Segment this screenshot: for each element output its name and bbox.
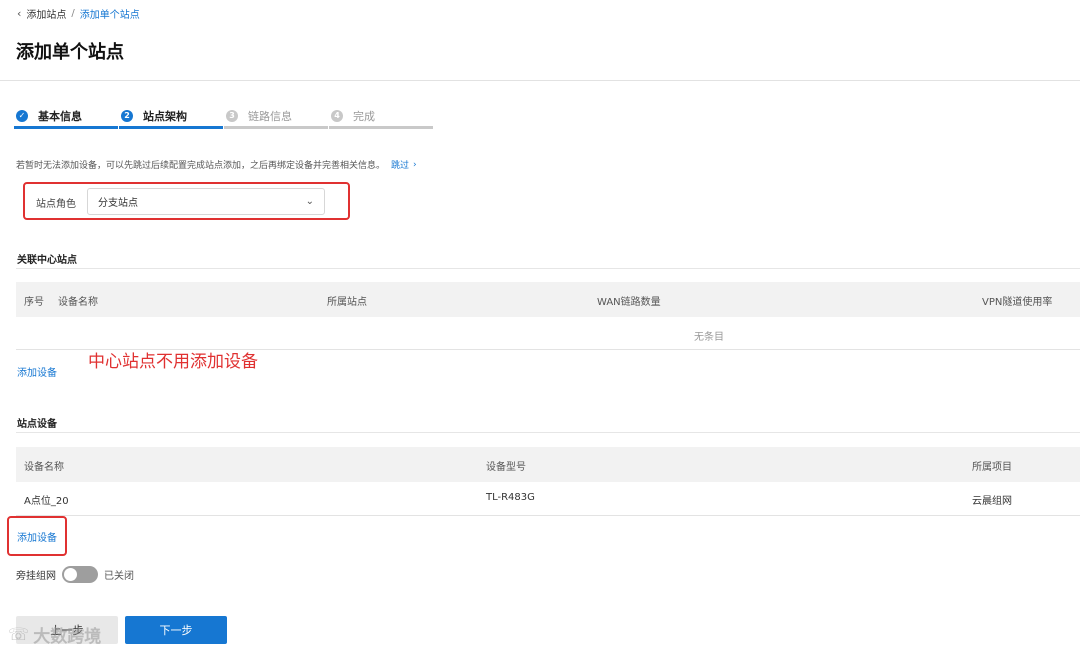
column-header-wan-count: WAN链路数量 xyxy=(597,297,661,308)
section-divider xyxy=(16,432,1080,433)
stepper: ✓ 基本信息 2 站点架构 3 链路信息 4 完成 xyxy=(14,102,434,129)
skip-hint: 若暂时无法添加设备，可以先跳过后续配置完成站点添加，之后再绑定设备并完善相关信息… xyxy=(16,158,417,172)
watermark-text: 大数跨境 xyxy=(33,627,102,647)
column-header-site: 所属站点 xyxy=(327,297,367,308)
annotation-text: 中心站点不用添加设备 xyxy=(88,352,258,372)
watermark-logo-icon: ☏ xyxy=(8,624,30,645)
watermark: ☏ 大数跨境 xyxy=(8,622,102,648)
step-progress-bar xyxy=(14,126,118,129)
device-name-cell: A点位_20 xyxy=(24,496,69,507)
site-devices-section-title: 站点设备 xyxy=(17,419,57,430)
skip-link[interactable]: 跳过 › xyxy=(391,158,417,172)
chevron-down-icon: ⌄ xyxy=(305,196,314,207)
column-header-project: 所属项目 xyxy=(972,462,1012,473)
step-label: 站点架构 xyxy=(143,109,187,123)
next-step-button[interactable]: 下一步 xyxy=(125,616,227,644)
add-site-device-link[interactable]: 添加设备 xyxy=(17,529,57,544)
chevron-left-icon[interactable]: ‹ xyxy=(17,7,21,20)
bypass-network-row: 旁挂组网 已关闭 xyxy=(16,566,134,583)
site-role-select[interactable]: 分支站点 ⌄ xyxy=(87,188,325,215)
step-site-architecture: 2 站点架构 xyxy=(119,102,224,129)
step-progress-bar xyxy=(329,126,433,129)
empty-state-text: 无条目 xyxy=(694,332,724,343)
column-header-index: 序号 xyxy=(24,297,44,308)
breadcrumb-parent[interactable]: 添加站点 xyxy=(26,6,66,21)
bypass-network-label: 旁挂组网 xyxy=(16,571,56,582)
step-number: 3 xyxy=(226,109,238,122)
add-center-device-link[interactable]: 添加设备 xyxy=(17,364,57,379)
step-link-info: 3 链路信息 xyxy=(224,102,329,129)
device-model-cell: TL-R483G xyxy=(486,492,535,503)
site-devices-table-header xyxy=(16,447,1080,482)
step-basic-info: ✓ 基本信息 xyxy=(14,102,119,129)
chevron-right-icon: › xyxy=(413,159,417,170)
center-site-section-title: 关联中心站点 xyxy=(17,255,77,266)
step-number: 2 xyxy=(121,109,133,122)
step-label: 链路信息 xyxy=(248,109,292,123)
site-role-value: 分支站点 xyxy=(98,198,138,209)
bypass-network-state: 已关闭 xyxy=(104,571,134,582)
breadcrumb: ‹ 添加站点 / 添加单个站点 xyxy=(17,6,140,21)
step-progress-bar xyxy=(119,126,223,129)
site-role-label: 站点角色 xyxy=(36,199,76,210)
header-divider xyxy=(0,80,1080,81)
breadcrumb-separator: / xyxy=(71,8,75,19)
table-row-border xyxy=(16,515,1080,516)
step-label: 完成 xyxy=(353,109,375,123)
section-divider xyxy=(16,268,1080,269)
breadcrumb-current: 添加单个站点 xyxy=(79,10,140,21)
skip-label: 跳过 xyxy=(391,161,410,171)
page-title: 添加单个站点 xyxy=(16,42,124,63)
column-header-device-model: 设备型号 xyxy=(486,462,526,473)
step-progress-bar xyxy=(224,126,328,129)
bypass-network-toggle[interactable] xyxy=(62,566,98,583)
column-header-device-name: 设备名称 xyxy=(24,462,64,473)
step-number: 4 xyxy=(331,109,343,122)
column-header-vpn-usage: VPN隧道使用率 xyxy=(982,297,1053,308)
check-icon: ✓ xyxy=(16,109,28,122)
toggle-knob xyxy=(64,568,77,581)
step-finish: 4 完成 xyxy=(329,102,434,129)
hint-text: 若暂时无法添加设备，可以先跳过后续配置完成站点添加，之后再绑定设备并完善相关信息… xyxy=(16,161,386,171)
step-label: 基本信息 xyxy=(38,109,82,123)
center-site-table-header xyxy=(16,282,1080,317)
device-project-cell: 云晨组网 xyxy=(972,496,1012,507)
column-header-device-name: 设备名称 xyxy=(58,297,98,308)
